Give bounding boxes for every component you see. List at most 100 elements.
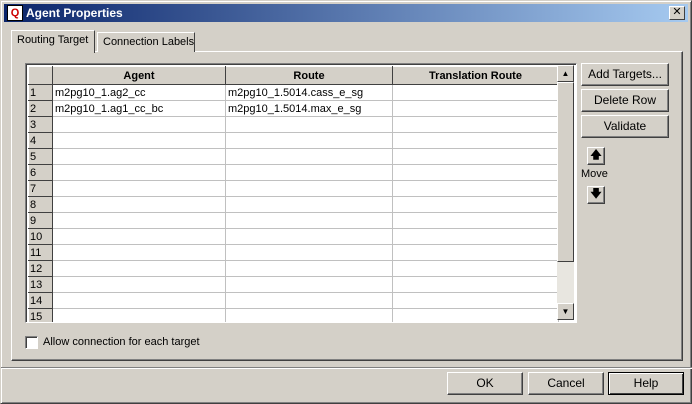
agent-cell[interactable]: m2pg10_1.ag1_cc_bc: [52, 100, 226, 117]
agent-cell[interactable]: [52, 260, 226, 277]
agent-cell[interactable]: [52, 116, 226, 133]
route-cell[interactable]: [225, 276, 393, 293]
route-cell[interactable]: [225, 244, 393, 261]
agent-cell[interactable]: [52, 164, 226, 181]
translation-route-cell[interactable]: [392, 260, 559, 277]
agent-cell[interactable]: [52, 308, 226, 322]
translation-route-cell[interactable]: [392, 180, 559, 197]
row-number-cell[interactable]: 13: [28, 276, 53, 293]
move-label: Move: [581, 168, 608, 180]
tab-routing-target[interactable]: Routing Target: [11, 30, 95, 53]
route-cell[interactable]: [225, 164, 393, 181]
scroll-down-button[interactable]: ▼: [557, 303, 574, 320]
agent-cell[interactable]: [52, 292, 226, 309]
route-cell[interactable]: [225, 196, 393, 213]
agent-cell[interactable]: [52, 276, 226, 293]
table-row[interactable]: 9: [28, 212, 559, 229]
agent-cell[interactable]: [52, 244, 226, 261]
agent-cell[interactable]: [52, 196, 226, 213]
tab-connection-labels[interactable]: Connection Labels: [97, 32, 195, 52]
grid-vertical-scrollbar[interactable]: ▲ ▼: [557, 65, 574, 320]
translation-route-cell[interactable]: [392, 164, 559, 181]
translation-route-cell[interactable]: [392, 308, 559, 322]
translation-route-cell[interactable]: [392, 212, 559, 229]
add-targets-button[interactable]: Add Targets...: [581, 63, 669, 86]
translation-route-cell[interactable]: [392, 276, 559, 293]
route-cell[interactable]: [225, 180, 393, 197]
move-up-button[interactable]: 🡅: [587, 147, 605, 165]
translation-route-cell[interactable]: [392, 100, 559, 117]
row-number-cell[interactable]: 11: [28, 244, 53, 261]
table-row[interactable]: 14: [28, 292, 559, 309]
move-down-button[interactable]: 🡇: [587, 186, 605, 204]
route-cell[interactable]: m2pg10_1.5014.cass_e_sg: [225, 84, 393, 101]
translation-route-cell[interactable]: [392, 196, 559, 213]
table-row[interactable]: 2 m2pg10_1.ag1_cc_bc m2pg10_1.5014.max_e_s…: [28, 100, 559, 117]
agent-cell[interactable]: [52, 132, 226, 149]
row-number-cell[interactable]: 2: [28, 100, 53, 117]
row-number-cell[interactable]: 9: [28, 212, 53, 229]
agent-cell[interactable]: [52, 212, 226, 229]
agent-cell[interactable]: [52, 148, 226, 165]
table-row[interactable]: 15: [28, 308, 559, 322]
cancel-button[interactable]: Cancel: [528, 372, 604, 395]
route-cell[interactable]: [225, 228, 393, 245]
row-number-cell[interactable]: 3: [28, 116, 53, 133]
allow-connection-label[interactable]: Allow connection for each target: [43, 336, 200, 348]
route-cell[interactable]: [225, 148, 393, 165]
translation-route-cell[interactable]: [392, 132, 559, 149]
close-button[interactable]: ✕: [669, 6, 685, 20]
scroll-thumb[interactable]: [557, 82, 574, 262]
translation-route-cell[interactable]: [392, 148, 559, 165]
route-cell[interactable]: [225, 260, 393, 277]
table-row[interactable]: 7: [28, 180, 559, 197]
row-number-cell[interactable]: 5: [28, 148, 53, 165]
translation-route-cell[interactable]: [392, 84, 559, 101]
column-header-route[interactable]: Route: [225, 66, 393, 85]
table-row[interactable]: 10: [28, 228, 559, 245]
route-cell[interactable]: [225, 308, 393, 322]
translation-route-cell[interactable]: [392, 244, 559, 261]
table-row[interactable]: 12: [28, 260, 559, 277]
row-number-cell[interactable]: 14: [28, 292, 53, 309]
route-cell[interactable]: [225, 116, 393, 133]
table-row[interactable]: 1 m2pg10_1.ag2_cc m2pg10_1.5014.cass_e_sg: [28, 84, 559, 101]
row-number-cell[interactable]: 6: [28, 164, 53, 181]
agent-cell[interactable]: [52, 228, 226, 245]
table-row[interactable]: 3: [28, 116, 559, 133]
column-header-agent[interactable]: Agent: [52, 66, 226, 85]
row-number-cell[interactable]: 8: [28, 196, 53, 213]
row-number-cell[interactable]: 1: [28, 84, 53, 101]
table-row[interactable]: 13: [28, 276, 559, 293]
delete-row-button[interactable]: Delete Row: [581, 89, 669, 112]
help-button[interactable]: Help: [608, 372, 684, 395]
ok-button[interactable]: OK: [447, 372, 523, 395]
column-header-translation-route[interactable]: Translation Route: [392, 66, 559, 85]
allow-connection-checkbox[interactable]: [25, 336, 38, 349]
row-number-cell[interactable]: 12: [28, 260, 53, 277]
route-cell[interactable]: [225, 212, 393, 229]
agent-cell[interactable]: [52, 180, 226, 197]
table-row[interactable]: 8: [28, 196, 559, 213]
agent-cell[interactable]: m2pg10_1.ag2_cc: [52, 84, 226, 101]
translation-route-cell[interactable]: [392, 292, 559, 309]
row-number-cell[interactable]: 4: [28, 132, 53, 149]
row-number-cell[interactable]: 10: [28, 228, 53, 245]
translation-route-cell[interactable]: [392, 228, 559, 245]
scroll-up-button[interactable]: ▲: [557, 65, 574, 82]
route-cell[interactable]: [225, 292, 393, 309]
validate-button[interactable]: Validate: [581, 115, 669, 138]
row-number-cell[interactable]: 7: [28, 180, 53, 197]
translation-route-cell[interactable]: [392, 116, 559, 133]
table-row[interactable]: 6: [28, 164, 559, 181]
row-number-cell[interactable]: 15: [28, 308, 53, 322]
table-row[interactable]: 5: [28, 148, 559, 165]
title-bar[interactable]: Q Agent Properties ✕: [4, 4, 688, 22]
row-number-header[interactable]: [28, 66, 53, 85]
window-title: Agent Properties: [26, 6, 123, 20]
table-header-row: Agent Route Translation Route: [28, 66, 559, 85]
table-row[interactable]: 11: [28, 244, 559, 261]
route-cell[interactable]: [225, 132, 393, 149]
table-row[interactable]: 4: [28, 132, 559, 149]
route-cell[interactable]: m2pg10_1.5014.max_e_sg: [225, 100, 393, 117]
